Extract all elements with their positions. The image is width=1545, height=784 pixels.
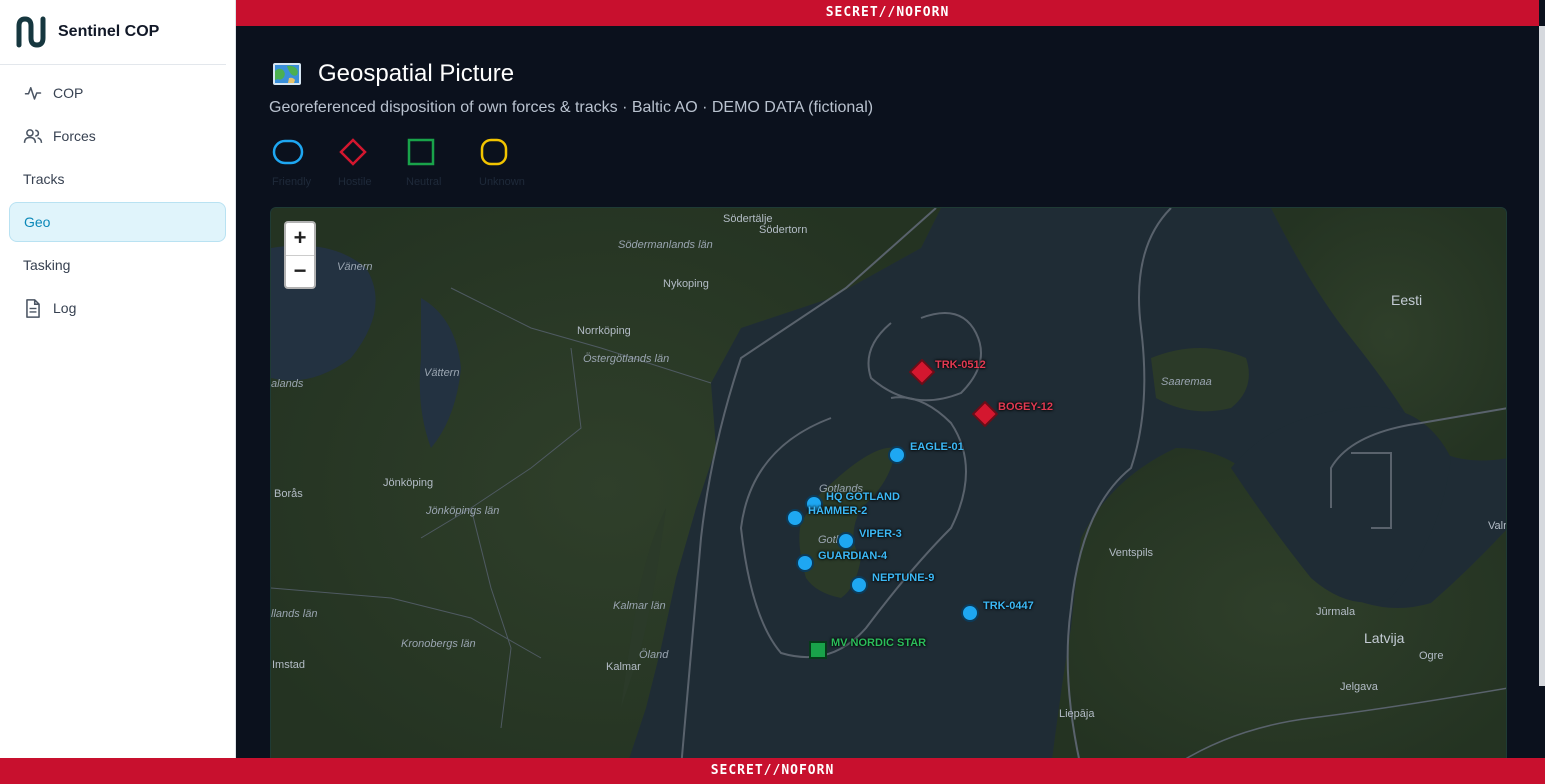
hostile-track-marker[interactable] (909, 359, 935, 385)
place-label: Vättern (424, 367, 460, 379)
legend-label: Unknown (479, 176, 525, 188)
place-label: Ogre (1419, 650, 1444, 662)
document-icon (23, 298, 43, 318)
place-label: Jelgava (1340, 681, 1378, 693)
brand: Sentinel COP (0, 0, 226, 65)
map-zoom-control: + − (284, 221, 316, 289)
sidebar-item-tasking[interactable]: Tasking (9, 245, 226, 285)
users-icon (23, 126, 43, 146)
zoom-in-button[interactable]: + (286, 223, 314, 255)
unit-label: HAMMER-2 (808, 505, 868, 517)
page-scrollbar[interactable] (1539, 26, 1545, 686)
friendly-unit-marker[interactable] (887, 445, 907, 465)
sidebar-item-geo[interactable]: Geo (9, 202, 226, 242)
place-label: Södermanlands län (618, 239, 713, 251)
friendly-unit-marker[interactable] (960, 603, 980, 623)
place-label: Eesti (1391, 292, 1423, 308)
place-label: Saaremaa (1161, 376, 1212, 388)
place-label: Jönköping (383, 477, 434, 489)
friendly-unit-marker[interactable] (849, 575, 869, 595)
unit-label: VIPER-3 (859, 528, 902, 540)
sidebar-item-label: Tasking (23, 257, 71, 273)
legend-item-hostile: Hostile (338, 138, 394, 188)
sidebar-item-label: Log (53, 300, 77, 316)
unit-label: HQ GOTLAND (826, 491, 900, 503)
sidebar-item-tracks[interactable]: Tracks (9, 159, 226, 199)
app-name: Sentinel COP (58, 23, 160, 40)
legend-item-friendly: Friendly (272, 138, 328, 188)
place-label: Borås (274, 488, 303, 500)
sidebar: Sentinel COP COP Forces Tracks Geo Taski… (0, 0, 236, 758)
page-subtitle: Georeferenced disposition of own forces … (269, 99, 874, 116)
sidebar-item-cop[interactable]: COP (9, 73, 226, 113)
sidebar-nav: COP Forces Tracks Geo Tasking Log (0, 65, 235, 328)
page-title: Geospatial Picture (318, 60, 515, 87)
map-basemap (271, 208, 1506, 766)
place-label: llands län (271, 608, 318, 620)
unknown-symbol-icon (480, 138, 508, 166)
place-label: Liepāja (1059, 708, 1095, 720)
legend-label: Friendly (272, 176, 312, 188)
hostile-symbol-icon (339, 138, 367, 166)
sentinel-logo-icon (16, 16, 46, 48)
friendly-unit-marker[interactable] (795, 553, 815, 573)
sidebar-item-log[interactable]: Log (9, 288, 226, 328)
zoom-out-button[interactable]: − (286, 255, 314, 287)
unit-label: GUARDIAN-4 (818, 550, 888, 562)
place-label: Jūrmala (1316, 606, 1356, 618)
classification-banner-top: SECRET//NOFORN (236, 0, 1539, 26)
place-label: Kalmar (606, 661, 641, 673)
hostile-track-marker[interactable] (972, 401, 998, 427)
place-label: Södertorn (759, 224, 808, 236)
unit-label: TRK-0447 (983, 600, 1034, 612)
neutral-contact-marker[interactable] (808, 640, 828, 660)
classification-banner-bottom: SECRET//NOFORN (0, 758, 1545, 784)
place-label: Öland (639, 649, 669, 661)
place-label: Latvija (1364, 630, 1405, 646)
sidebar-item-label: Geo (24, 214, 51, 230)
map-icon (273, 63, 301, 85)
sidebar-item-label: COP (53, 85, 84, 101)
legend-item-unknown: Unknown (479, 138, 535, 188)
unit-label: NEPTUNE-9 (872, 572, 935, 584)
place-label: Vänern (337, 261, 373, 273)
unit-label: BOGEY-12 (998, 401, 1054, 413)
page-header: Geospatial Picture (272, 60, 514, 88)
place-label: Imstad (272, 659, 306, 671)
unit-label: TRK-0512 (935, 359, 986, 371)
activity-icon (23, 83, 43, 103)
place-label: alands (271, 378, 304, 390)
legend-label: Neutral (406, 176, 442, 188)
sidebar-item-label: Forces (53, 128, 96, 144)
place-label: Östergötlands län (583, 353, 670, 365)
place-label: Ventspils (1109, 547, 1154, 559)
legend-item-neutral: Neutral (406, 138, 462, 188)
geo-map[interactable]: + − Södertälje Södertorn Södermanlands l… (270, 207, 1507, 767)
unit-label: MV NORDIC STAR (831, 637, 927, 649)
friendly-symbol-icon (272, 139, 304, 165)
place-label: Norrköping (577, 325, 631, 337)
place-label: Kronobergs län (401, 638, 476, 650)
sidebar-item-forces[interactable]: Forces (9, 116, 226, 156)
place-label: Kalmar län (613, 600, 666, 612)
sidebar-item-label: Tracks (23, 171, 65, 187)
neutral-symbol-icon (407, 138, 435, 166)
legend-label: Hostile (338, 176, 372, 188)
unit-label: EAGLE-01 (910, 441, 964, 453)
friendly-unit-marker[interactable] (785, 508, 805, 528)
place-label: Nykoping (663, 278, 709, 290)
place-label: Jönköpings län (426, 505, 500, 517)
place-label: Valr (1488, 520, 1507, 532)
friendly-unit-marker[interactable] (836, 531, 856, 551)
